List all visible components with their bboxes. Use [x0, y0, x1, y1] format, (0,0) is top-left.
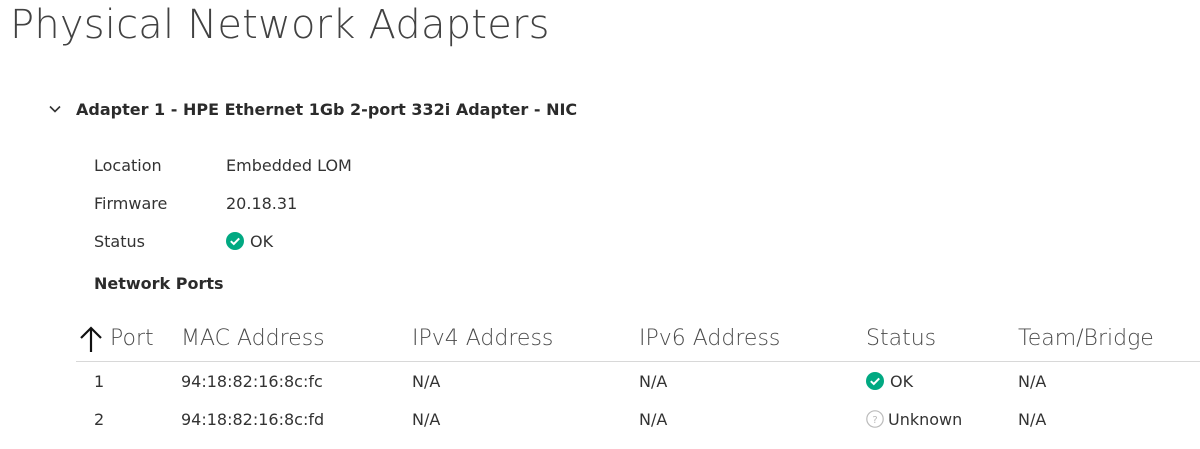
network-ports-table: Port MAC Address IPv4 Address IPv6 Addre…: [76, 316, 1200, 438]
cell-status: ? Unknown: [866, 410, 1018, 429]
detail-row-status: Status OK: [94, 222, 352, 260]
column-header-label: Port: [110, 326, 154, 351]
cell-status: OK: [866, 372, 1018, 391]
question-circle-icon: ?: [866, 410, 884, 428]
detail-value: Embedded LOM: [226, 155, 352, 175]
cell-mac: 94:18:82:16:8c:fd: [181, 409, 325, 429]
column-header-team[interactable]: Team/Bridge: [1018, 326, 1200, 351]
cell-team: N/A: [1018, 409, 1047, 429]
cell-mac: 94:18:82:16:8c:fc: [181, 371, 323, 391]
chevron-down-icon[interactable]: [44, 98, 66, 120]
status-text: Unknown: [888, 409, 963, 429]
detail-row-location: Location Embedded LOM: [94, 146, 352, 184]
column-header-port[interactable]: Port: [76, 324, 181, 354]
detail-label: Location: [94, 155, 162, 175]
cell-port: 2: [94, 409, 105, 429]
table-row: 1 94:18:82:16:8c:fc N/A N/A OK N/A: [76, 362, 1200, 400]
table-row: 2 94:18:82:16:8c:fd N/A N/A ? Unknown N/…: [76, 400, 1200, 438]
status-text: OK: [250, 231, 274, 251]
svg-text:?: ?: [872, 415, 877, 426]
cell-team: N/A: [1018, 371, 1047, 391]
cell-ipv6: N/A: [639, 409, 668, 429]
check-circle-icon: [226, 232, 244, 250]
detail-value-status: OK: [226, 232, 273, 251]
cell-ipv6: N/A: [639, 371, 668, 391]
status-text: OK: [890, 371, 914, 391]
adapter-section-toggle[interactable]: Adapter 1 - HPE Ethernet 1Gb 2-port 332i…: [44, 98, 577, 120]
detail-label: Firmware: [94, 193, 168, 213]
column-header-mac[interactable]: MAC Address: [181, 326, 412, 351]
detail-value: 20.18.31: [226, 193, 298, 213]
table-header: Port MAC Address IPv4 Address IPv6 Addre…: [76, 316, 1200, 362]
detail-label: Status: [94, 231, 145, 251]
check-circle-icon: [866, 372, 884, 390]
column-header-status[interactable]: Status: [866, 326, 1018, 351]
adapter-details: Location Embedded LOM Firmware 20.18.31 …: [94, 146, 352, 260]
arrow-up-icon[interactable]: [76, 324, 106, 354]
cell-port: 1: [94, 371, 105, 391]
detail-row-firmware: Firmware 20.18.31: [94, 184, 352, 222]
adapter-title: Adapter 1 - HPE Ethernet 1Gb 2-port 332i…: [76, 99, 578, 119]
page-title: Physical Network Adapters: [10, 2, 550, 48]
cell-ipv4: N/A: [412, 409, 441, 429]
cell-ipv4: N/A: [412, 371, 441, 391]
column-header-ipv6[interactable]: IPv6 Address: [639, 326, 866, 351]
column-header-ipv4[interactable]: IPv4 Address: [412, 326, 639, 351]
network-ports-title: Network Ports: [94, 274, 224, 293]
